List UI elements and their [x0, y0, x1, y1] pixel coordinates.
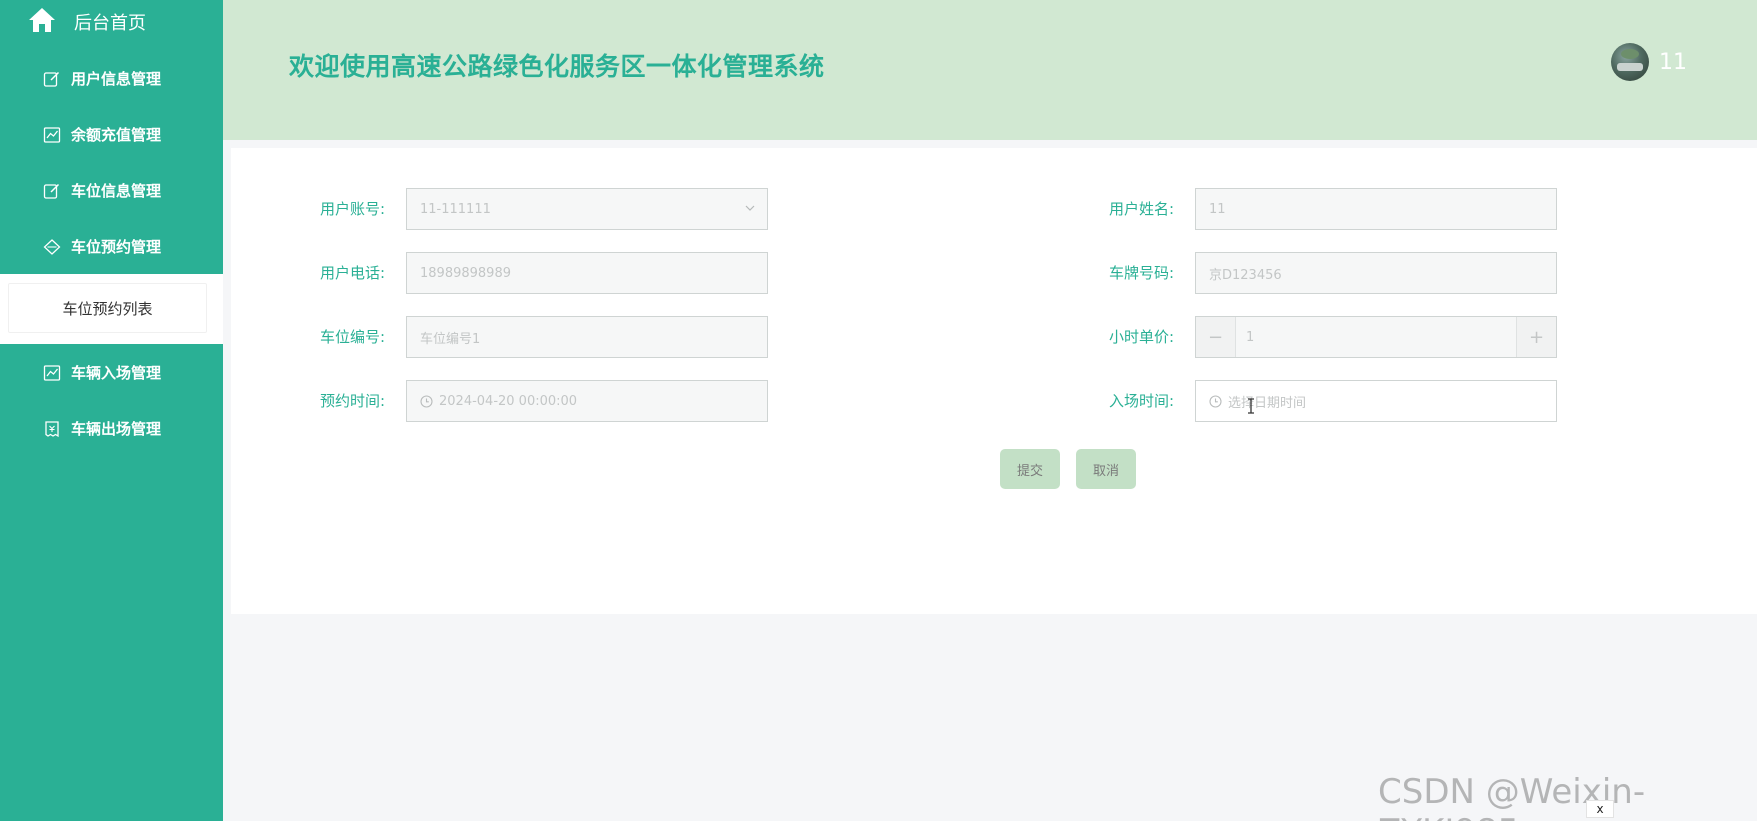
submit-button[interactable]: 提交: [1000, 449, 1060, 489]
sidebar: 后台首页 用户信息管理 余额充值管理 车位信息管理 车位预约管理 车位预约列表: [0, 0, 223, 821]
account-select[interactable]: 11-111111: [406, 188, 768, 230]
phone-label: 用户电话:: [319, 264, 385, 282]
account-value: 11-111111: [420, 201, 491, 217]
sidebar-item-label: 车辆入场管理: [71, 364, 162, 382]
chevron-down-icon: [745, 205, 755, 211]
sidebar-home-label: 后台首页: [74, 13, 146, 34]
chart-icon: [43, 127, 61, 143]
watermark: CSDN @Weixin-ZYKJ985: [1378, 772, 1646, 821]
plate-field[interactable]: 京D123456: [1195, 252, 1557, 294]
clock-icon: [420, 394, 433, 408]
chart-icon: [43, 365, 61, 381]
reserve-time-label: 预约时间:: [319, 392, 385, 410]
plate-value: 京D123456: [1209, 267, 1282, 283]
clock-icon: [1209, 394, 1222, 408]
account-label: 用户账号:: [319, 200, 385, 218]
sidebar-item-reservation[interactable]: 车位预约管理: [0, 219, 223, 275]
sidebar-item-label: 余额充值管理: [71, 126, 162, 144]
name-value: 11: [1209, 201, 1226, 217]
sidebar-item-vehicle-entry[interactable]: 车辆入场管理: [0, 345, 223, 401]
close-button[interactable]: x: [1586, 800, 1614, 818]
reserve-time-picker[interactable]: 2024-04-20 00:00:00: [406, 380, 768, 422]
name-label: 用户姓名:: [1108, 200, 1174, 218]
edit-icon: [43, 183, 60, 199]
entry-time-label: 入场时间:: [1108, 392, 1174, 410]
price-label: 小时单价:: [1108, 328, 1174, 346]
sidebar-item-label: 车位信息管理: [71, 182, 162, 200]
spot-value: 车位编号1: [420, 331, 481, 347]
phone-field[interactable]: 18989898989: [406, 252, 768, 294]
receipt-icon: [45, 421, 59, 438]
sidebar-subitem-reservation-list[interactable]: 车位预约列表: [8, 283, 207, 333]
header: 欢迎使用高速公路绿色化服务区一体化管理系统 11: [223, 0, 1757, 140]
reserve-time-value: 2024-04-20 00:00:00: [439, 393, 578, 409]
sidebar-item-user-info[interactable]: 用户信息管理: [0, 51, 223, 107]
header-username[interactable]: 11: [1659, 50, 1687, 75]
sidebar-item-vehicle-exit[interactable]: 车辆出场管理: [0, 401, 223, 457]
avatar-car-shape: [1617, 63, 1643, 71]
home-icon: [29, 8, 55, 32]
phone-value: 18989898989: [420, 265, 511, 281]
cancel-button[interactable]: 取消: [1076, 449, 1136, 489]
sidebar-item-balance[interactable]: 余额充值管理: [0, 107, 223, 163]
increment-button[interactable]: +: [1516, 317, 1556, 357]
entry-time-placeholder: 选择日期时间: [1228, 395, 1307, 411]
sidebar-item-label: 车辆出场管理: [71, 420, 162, 438]
name-field[interactable]: 11: [1195, 188, 1557, 230]
diamond-icon: [43, 239, 61, 255]
price-value[interactable]: 1: [1236, 317, 1516, 357]
decrement-button[interactable]: −: [1196, 317, 1236, 357]
spot-label: 车位编号:: [319, 328, 385, 346]
avatar[interactable]: [1611, 43, 1649, 81]
sidebar-home[interactable]: 后台首页: [0, 0, 223, 42]
plate-label: 车牌号码:: [1108, 264, 1174, 282]
page-title: 欢迎使用高速公路绿色化服务区一体化管理系统: [289, 52, 825, 81]
avatar-tree-shape: [1621, 49, 1639, 59]
sidebar-item-label: 用户信息管理: [71, 70, 162, 88]
sidebar-item-label: 车位预约管理: [71, 238, 162, 256]
spot-field[interactable]: 车位编号1: [406, 316, 768, 358]
sidebar-item-parking-info[interactable]: 车位信息管理: [0, 163, 223, 219]
text-cursor-icon: [1248, 398, 1254, 414]
price-stepper: − 1 +: [1195, 316, 1557, 358]
edit-icon: [43, 71, 60, 87]
